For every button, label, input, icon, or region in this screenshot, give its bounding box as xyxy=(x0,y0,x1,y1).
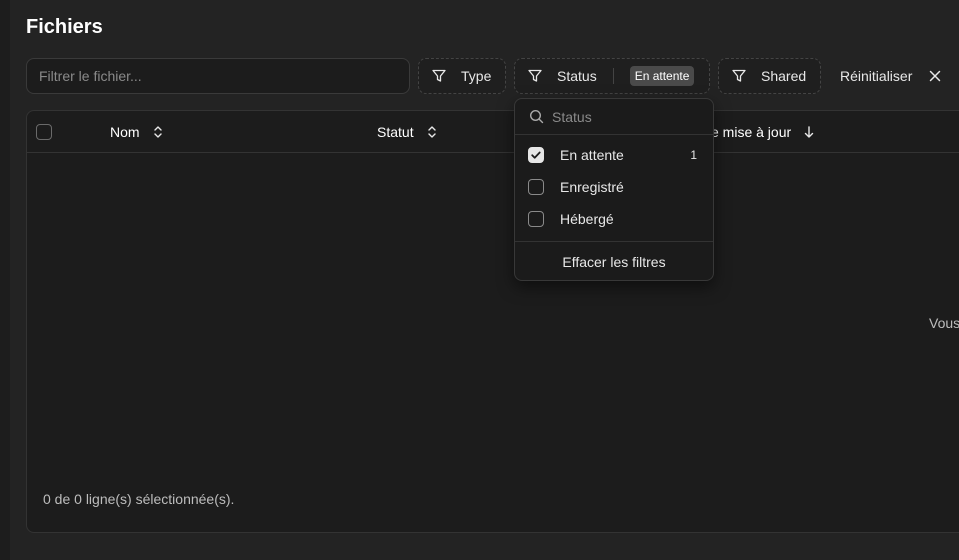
status-selected-badge: En attente xyxy=(629,66,695,86)
close-icon xyxy=(930,70,941,82)
option-checkbox[interactable] xyxy=(528,179,544,195)
column-updated-header[interactable]: e mise à jour xyxy=(711,124,815,140)
column-status-label: Statut xyxy=(377,124,414,140)
status-option-en-attente[interactable]: En attente 1 xyxy=(515,139,713,171)
column-updated-label: e mise à jour xyxy=(711,124,792,140)
search-icon xyxy=(529,109,544,124)
check-icon xyxy=(531,151,541,159)
filter-icon xyxy=(432,69,446,82)
dropdown-search xyxy=(515,99,713,135)
sort-icon xyxy=(427,126,436,138)
files-table: Nom Statut e mise à jour Vous 0 de 0 lig… xyxy=(26,110,959,533)
reset-filters-button[interactable]: Réinitialiser xyxy=(840,58,942,94)
shared-filter-button[interactable]: Shared xyxy=(718,58,821,94)
status-option-heberge[interactable]: Hébergé xyxy=(515,203,713,235)
sort-icon xyxy=(153,126,162,138)
status-filter-dropdown: En attente 1 Enregistré Hébergé Effacer … xyxy=(514,98,714,281)
option-label: Hébergé xyxy=(560,211,614,227)
empty-state-message: Vous xyxy=(929,315,959,331)
filter-icon xyxy=(732,69,746,82)
filter-divider xyxy=(612,68,614,84)
clear-filters-button[interactable]: Effacer les filtres xyxy=(515,242,713,282)
select-all-checkbox[interactable] xyxy=(36,124,52,140)
option-checkbox-checked[interactable] xyxy=(528,147,544,163)
table-header: Nom Statut e mise à jour xyxy=(27,111,959,153)
status-filter-label: Status xyxy=(557,68,597,84)
selection-count: 0 de 0 ligne(s) sélectionnée(s). xyxy=(43,491,235,507)
status-option-enregistre[interactable]: Enregistré xyxy=(515,171,713,203)
status-search-input[interactable] xyxy=(552,108,692,125)
column-name-label: Nom xyxy=(110,124,140,140)
type-filter-button[interactable]: Type xyxy=(418,58,506,94)
left-edge-panel xyxy=(0,0,10,560)
filter-icon xyxy=(528,69,542,82)
file-filter-input[interactable] xyxy=(26,58,410,94)
option-checkbox[interactable] xyxy=(528,211,544,227)
option-label: Enregistré xyxy=(560,179,624,195)
status-options: En attente 1 Enregistré Hébergé xyxy=(515,135,713,235)
shared-filter-label: Shared xyxy=(761,68,807,84)
option-label: En attente xyxy=(560,147,624,163)
reset-label: Réinitialiser xyxy=(840,68,913,84)
type-filter-label: Type xyxy=(461,68,492,84)
page-title: Fichiers xyxy=(26,16,103,38)
status-filter-button[interactable]: Status En attente xyxy=(514,58,710,94)
column-status-header[interactable]: Statut xyxy=(377,124,438,140)
option-count: 1 xyxy=(690,148,697,162)
arrow-down-icon xyxy=(804,126,814,138)
column-name-header[interactable]: Nom xyxy=(110,124,164,140)
